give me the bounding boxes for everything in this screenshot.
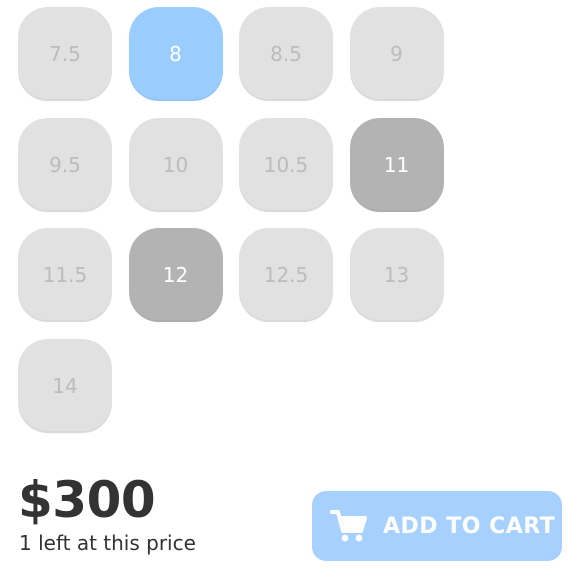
size-option-14[interactable]: 14 (18, 338, 112, 433)
price: $300 (18, 471, 156, 529)
add-to-cart-button[interactable]: ADD TO CART (312, 491, 562, 561)
shopping-cart-icon (329, 508, 369, 544)
size-option-10-5[interactable]: 10.5 (239, 117, 333, 212)
size-option-12[interactable]: 12 (128, 228, 223, 322)
size-option-11-5[interactable]: 11.5 (18, 228, 112, 322)
size-option-7-5[interactable]: 7.5 (18, 7, 112, 101)
size-option-12-5[interactable]: 12.5 (239, 228, 333, 322)
size-option-13[interactable]: 13 (349, 228, 444, 322)
size-option-8-5[interactable]: 8.5 (239, 7, 333, 101)
add-to-cart-label: ADD TO CART (383, 513, 556, 539)
size-option-10[interactable]: 10 (128, 117, 223, 212)
size-option-9-5[interactable]: 9.5 (18, 117, 112, 212)
size-option-9[interactable]: 9 (349, 7, 444, 101)
stock-note: 1 left at this price (19, 531, 196, 555)
size-selector-grid: 7.5 8 8.5 9 9.5 10 10.5 11 11.5 12 12.5 … (18, 7, 448, 433)
size-option-11[interactable]: 11 (349, 117, 444, 212)
size-option-8[interactable]: 8 (128, 7, 223, 101)
